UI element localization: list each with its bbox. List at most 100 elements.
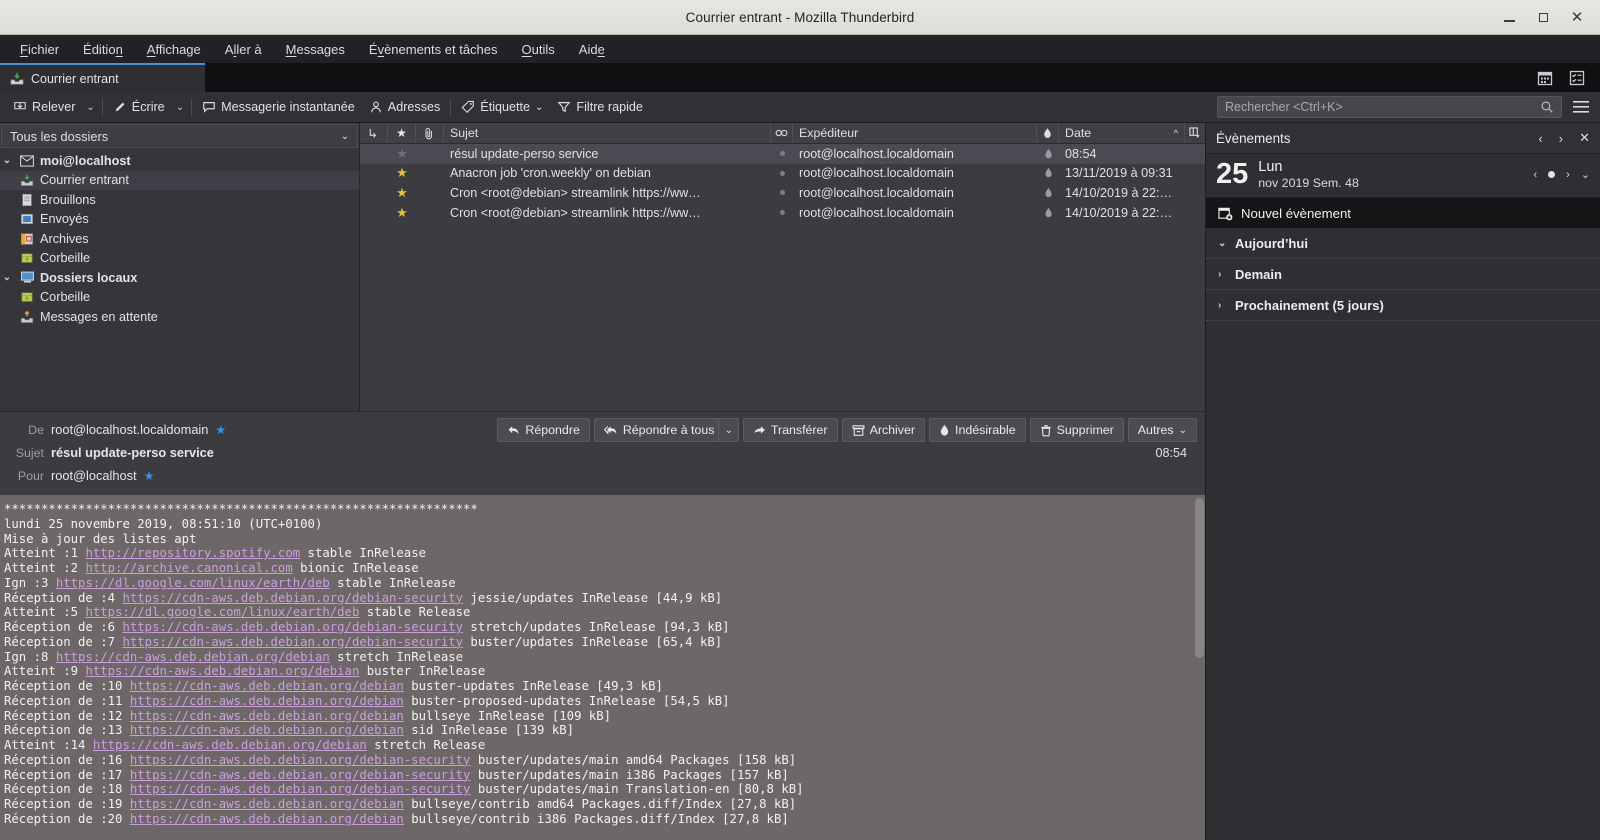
menu-outils[interactable]: Outils <box>510 38 567 61</box>
folder-account-moi-localhost[interactable]: ⌄ moi@localhost <box>0 151 359 171</box>
events-section-prochainement[interactable]: › Prochainement (5 jours) <box>1206 290 1600 321</box>
folder-brouillons[interactable]: Brouillons <box>0 190 359 210</box>
reply-all-dropdown[interactable]: ⌄ <box>718 418 739 442</box>
from-value[interactable]: root@localhost.localdomain <box>51 422 208 437</box>
events-section-aujourdhui[interactable]: ⌄ Aujourd’hui <box>1206 228 1600 259</box>
twisty-icon[interactable]: ⌄ <box>0 155 14 166</box>
message-body-link[interactable]: https://dl.google.com/linux/earth/deb <box>56 576 330 590</box>
column-header-sender[interactable]: Expéditeur <box>793 123 1037 143</box>
delete-button[interactable]: Supprimer <box>1029 418 1124 442</box>
reply-all-button[interactable]: Répondre à tous <box>593 418 719 442</box>
message-body-link[interactable]: http://repository.spotify.com <box>85 546 300 560</box>
add-contact-star-icon[interactable]: ★ <box>215 423 226 437</box>
forward-button[interactable]: Transférer <box>742 418 838 442</box>
quick-filter-button[interactable]: Filtre rapide <box>550 97 650 117</box>
address-book-button[interactable]: Adresses <box>362 97 448 117</box>
menu-aller-a[interactable]: Aller à <box>213 38 274 61</box>
folder-archives[interactable]: Archives <box>0 229 359 249</box>
message-body-link[interactable]: https://cdn-aws.deb.debian.org/debian <box>85 664 359 678</box>
folder-corbeille-local[interactable]: Corbeille <box>0 288 359 308</box>
message-body-link[interactable]: https://cdn-aws.deb.debian.org/debian-se… <box>122 620 463 634</box>
menu-messages[interactable]: Messages <box>274 38 357 61</box>
table-row[interactable]: ★ Anacron job 'cron.weekly' on debian ro… <box>360 164 1205 184</box>
twisty-icon[interactable]: ⌄ <box>0 272 14 283</box>
tab-courrier-entrant[interactable]: Courrier entrant <box>0 63 205 92</box>
row-star-toggle[interactable]: ★ <box>388 203 416 223</box>
column-header-date[interactable]: Date ^ <box>1059 123 1185 143</box>
message-body-link[interactable]: https://cdn-aws.deb.debian.org/debian-se… <box>130 768 471 782</box>
folder-envoyes[interactable]: Envoyés <box>0 210 359 230</box>
write-dropdown[interactable]: ⌄ <box>172 99 188 116</box>
get-messages-dropdown[interactable]: ⌄ <box>82 99 98 116</box>
message-body-link[interactable]: https://cdn-aws.deb.debian.org/debian <box>130 723 404 737</box>
message-body-link[interactable]: https://cdn-aws.deb.debian.org/debian <box>130 797 404 811</box>
event-prev-day-button[interactable]: ‹ <box>1533 169 1537 181</box>
folder-mode-selector[interactable]: Tous les dossiers ⌄ <box>1 124 358 148</box>
junk-button[interactable]: Indésirable <box>929 418 1026 442</box>
calendar-tab-icon[interactable] <box>1536 69 1554 87</box>
table-row[interactable]: ★ Cron <root@debian> streamlink https://… <box>360 203 1205 223</box>
message-body-link[interactable]: https://cdn-aws.deb.debian.org/debian <box>93 738 367 752</box>
archive-button[interactable]: Archiver <box>841 418 926 442</box>
get-messages-button[interactable]: Relever <box>6 97 82 117</box>
menu-fichier[interactable]: Fichier <box>8 38 71 61</box>
message-body-link[interactable]: https://cdn-aws.deb.debian.org/debian <box>56 650 330 664</box>
events-section-demain[interactable]: › Demain <box>1206 259 1600 290</box>
reply-button[interactable]: Répondre <box>497 418 590 442</box>
message-body-link[interactable]: https://dl.google.com/linux/earth/deb <box>85 605 359 619</box>
message-body-link[interactable]: https://cdn-aws.deb.debian.org/debian-se… <box>122 635 463 649</box>
message-body-link[interactable]: https://cdn-aws.deb.debian.org/debian <box>130 679 404 693</box>
search-input[interactable]: Rechercher <Ctrl+K> <box>1217 96 1562 118</box>
menu-evenements-taches[interactable]: Évènements et tâches <box>357 38 510 61</box>
app-menu-button[interactable] <box>1568 96 1594 118</box>
scrollbar-thumb[interactable] <box>1195 498 1204 658</box>
column-header-subject[interactable]: Sujet <box>444 123 771 143</box>
maximize-button[interactable] <box>1526 4 1560 30</box>
more-actions-button[interactable]: Autres ⌄ <box>1127 418 1197 442</box>
column-header-attachment[interactable] <box>416 123 444 143</box>
event-expand-button[interactable]: ⌄ <box>1581 168 1590 181</box>
row-junk-toggle[interactable] <box>1037 183 1059 203</box>
message-body-link[interactable]: https://cdn-aws.deb.debian.org/debian-se… <box>130 753 471 767</box>
folder-messages-en-attente[interactable]: Messages en attente <box>0 307 359 327</box>
folder-courrier-entrant[interactable]: Courrier entrant <box>0 170 359 190</box>
add-contact-star-icon[interactable]: ★ <box>144 469 155 483</box>
message-body-link[interactable]: https://cdn-aws.deb.debian.org/debian <box>130 709 404 723</box>
table-row[interactable]: ★ Cron <root@debian> streamlink https://… <box>360 183 1205 203</box>
folder-dossiers-locaux[interactable]: ⌄ Dossiers locaux <box>0 268 359 288</box>
event-next-day-button[interactable]: › <box>1566 169 1570 181</box>
column-header-star[interactable]: ★ <box>388 123 416 143</box>
column-header-smiley[interactable] <box>771 123 793 143</box>
message-body-scrollbar[interactable] <box>1192 495 1205 840</box>
tag-button[interactable]: Étiquette ⌄ <box>454 97 550 117</box>
row-junk-toggle[interactable] <box>1037 164 1059 184</box>
write-button[interactable]: Écrire <box>106 97 172 117</box>
chat-button[interactable]: Messagerie instantanée <box>195 97 362 117</box>
message-body-link[interactable]: http://archive.canonical.com <box>85 561 292 575</box>
close-button[interactable]: ✕ <box>1560 4 1594 30</box>
table-row[interactable]: ★ résul update-perso service root@localh… <box>360 144 1205 164</box>
message-body-link[interactable]: https://cdn-aws.deb.debian.org/debian-se… <box>130 782 471 796</box>
column-header-junk[interactable] <box>1037 123 1059 143</box>
menu-edition[interactable]: Édition <box>71 38 135 61</box>
row-star-toggle[interactable]: ★ <box>388 164 416 184</box>
message-body-link[interactable]: https://cdn-aws.deb.debian.org/debian <box>130 812 404 826</box>
message-body-link[interactable]: https://cdn-aws.deb.debian.org/debian-se… <box>122 591 463 605</box>
event-today-button[interactable] <box>1548 171 1556 178</box>
tasks-tab-icon[interactable] <box>1568 69 1586 87</box>
row-star-toggle[interactable]: ★ <box>388 183 416 203</box>
row-junk-toggle[interactable] <box>1037 203 1059 223</box>
menu-aide[interactable]: Aide <box>567 38 617 61</box>
events-close-button[interactable]: ✕ <box>1579 130 1590 146</box>
new-event-button[interactable]: Nouvel évènement <box>1206 198 1600 228</box>
row-star-toggle[interactable]: ★ <box>388 144 416 164</box>
events-prev-button[interactable]: ‹ <box>1538 131 1542 146</box>
folder-corbeille-account[interactable]: Corbeille <box>0 249 359 269</box>
to-value[interactable]: root@localhost <box>51 468 137 483</box>
column-picker-button[interactable] <box>1185 123 1205 143</box>
column-header-thread[interactable] <box>360 123 388 143</box>
row-junk-toggle[interactable] <box>1037 144 1059 164</box>
events-next-button[interactable]: › <box>1559 131 1563 146</box>
message-body-link[interactable]: https://cdn-aws.deb.debian.org/debian <box>130 694 404 708</box>
minimize-button[interactable] <box>1492 4 1526 30</box>
